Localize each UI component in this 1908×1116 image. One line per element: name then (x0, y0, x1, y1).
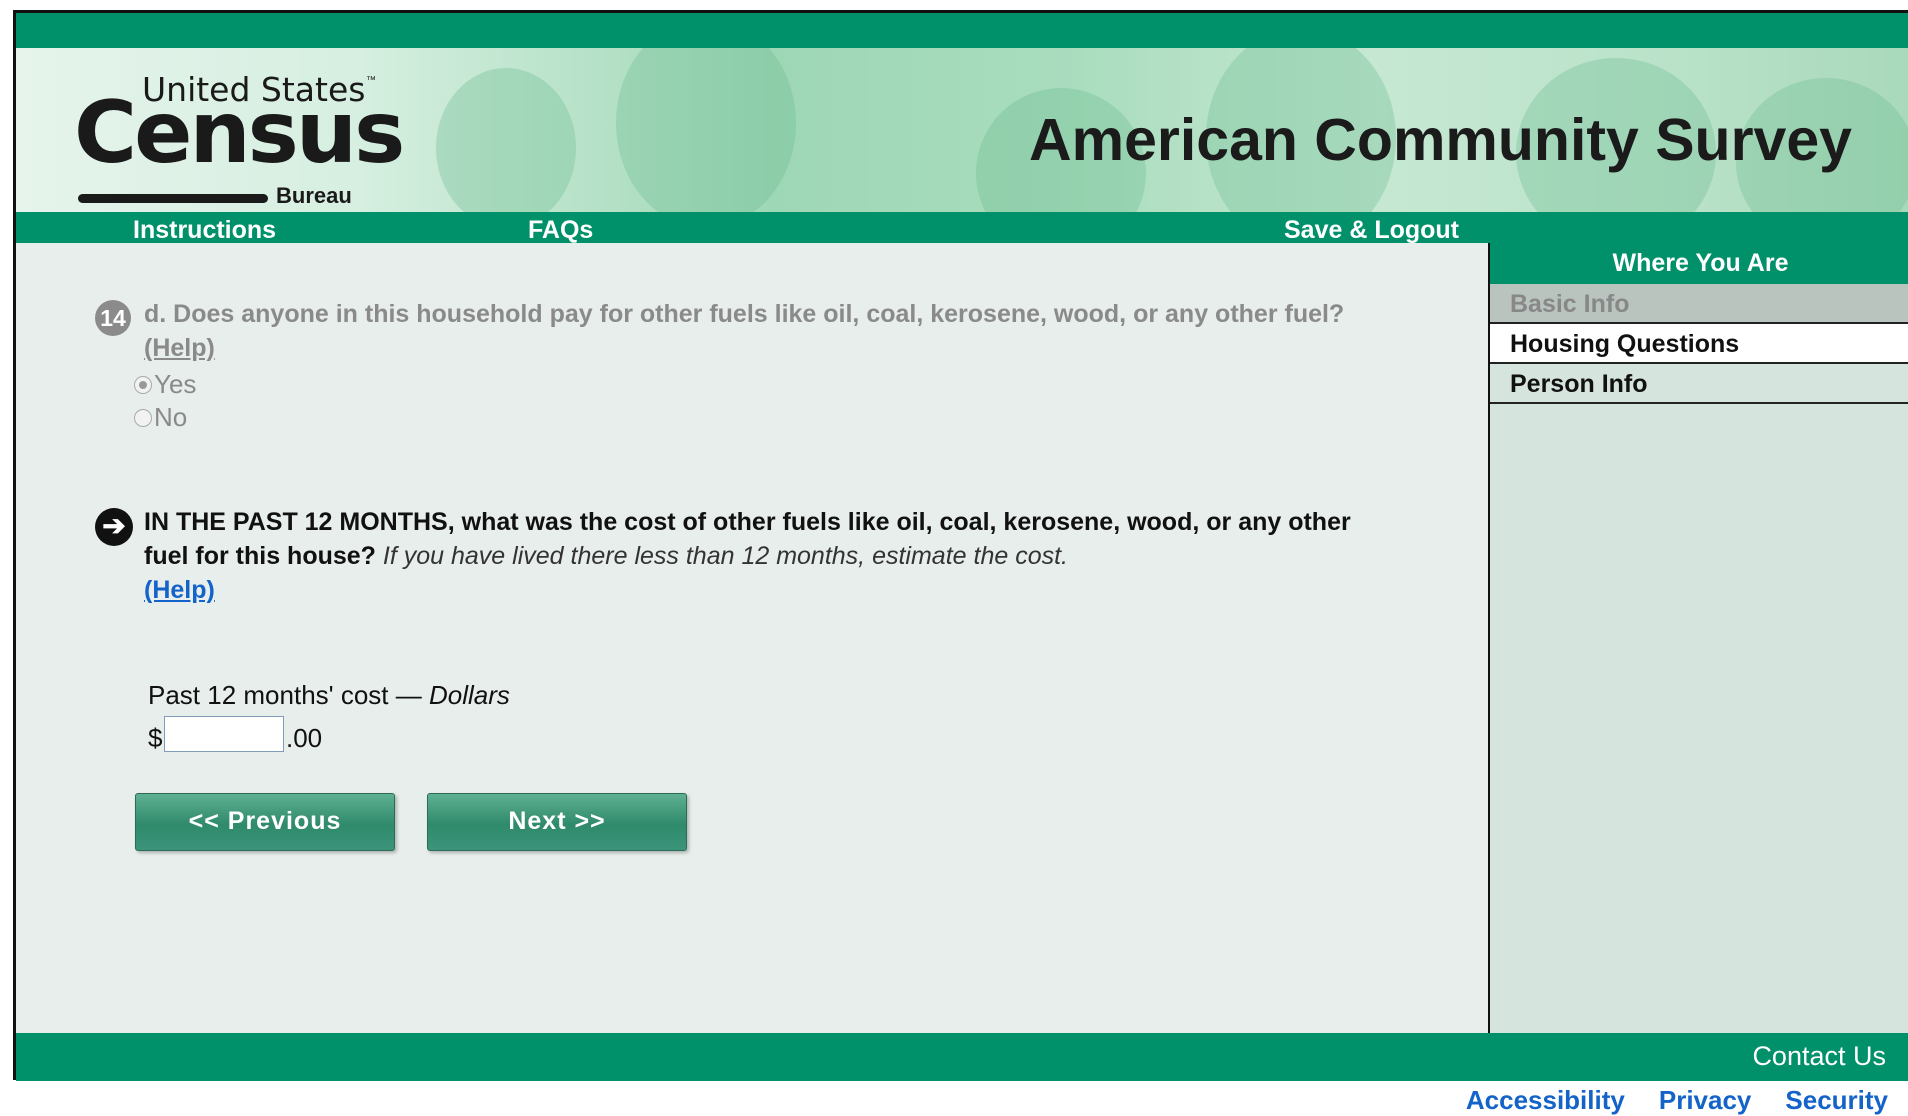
nav-faqs-link[interactable]: FAQs (528, 216, 593, 245)
footer-bar: Contact Us (16, 1033, 1908, 1081)
radio-option-yes[interactable]: Yes (134, 369, 196, 400)
cost-label: Past 12 months' cost — Dollars (148, 680, 510, 711)
census-logo[interactable]: United States ™ Census Bureau (74, 70, 405, 208)
logo-bureau: Bureau (276, 183, 352, 208)
page-title: American Community Survey (1029, 107, 1852, 173)
next-button[interactable]: Next >> (427, 793, 687, 851)
progress-sidebar: Where You Are Basic Info Housing Questio… (1488, 243, 1908, 1033)
sidebar-heading: Where You Are (1490, 243, 1908, 284)
previous-button[interactable]: << Previous (135, 793, 395, 851)
cost-unit: Dollars (428, 680, 510, 710)
banner-photo-shape (436, 68, 576, 212)
nav-bar: Instructions FAQs Save & Logout (16, 212, 1908, 245)
sidebar-item-basic-info[interactable]: Basic Info (1490, 284, 1908, 324)
logo-underline (78, 194, 268, 203)
app-frame: United States ™ Census Bureau American C… (13, 10, 1908, 1081)
radio-yes-button[interactable] (134, 375, 152, 394)
logo-census: Census (74, 83, 405, 183)
current-question-arrow-icon: ➔ (95, 508, 133, 546)
radio-option-no[interactable]: No (134, 402, 187, 433)
banner-photo-shape (616, 48, 796, 212)
radio-no-button[interactable] (134, 408, 152, 427)
current-question-hint: If you have lived there less than 12 mon… (382, 542, 1069, 570)
accessibility-link[interactable]: Accessibility (1466, 1085, 1625, 1116)
security-link[interactable]: Security (1785, 1085, 1888, 1116)
cents-suffix: .00 (286, 723, 323, 753)
contact-us-link[interactable]: Contact Us (1752, 1041, 1886, 1072)
top-bar (16, 13, 1908, 48)
bottom-links: Accessibility Privacy Security (1466, 1085, 1888, 1116)
question-number-badge: 14 (95, 300, 131, 336)
radio-no-label: No (154, 402, 188, 432)
sidebar-item-housing-questions[interactable]: Housing Questions (1490, 324, 1908, 364)
question-area: 14 d. Does anyone in this household pay … (16, 243, 1488, 1033)
previous-question-label: d. Does anyone in this household pay for… (144, 300, 1345, 328)
previous-question-text: d. Does anyone in this household pay for… (144, 297, 1404, 365)
sidebar-item-person-info[interactable]: Person Info (1490, 364, 1908, 404)
cost-label-text: Past 12 months' cost — (148, 680, 429, 710)
privacy-link[interactable]: Privacy (1659, 1085, 1752, 1116)
header-banner: United States ™ Census Bureau American C… (16, 48, 1908, 212)
nav-instructions-link[interactable]: Instructions (133, 216, 276, 245)
currency-symbol: $ (148, 723, 163, 753)
current-question-text: IN THE PAST 12 MONTHS, what was the cost… (144, 505, 1384, 607)
previous-question-help-link[interactable]: (Help) (144, 334, 215, 362)
current-question-help-link[interactable]: (Help) (144, 576, 215, 604)
cost-input[interactable] (164, 716, 284, 752)
nav-save-logout-link[interactable]: Save & Logout (1284, 216, 1459, 245)
radio-yes-label: Yes (154, 369, 197, 399)
